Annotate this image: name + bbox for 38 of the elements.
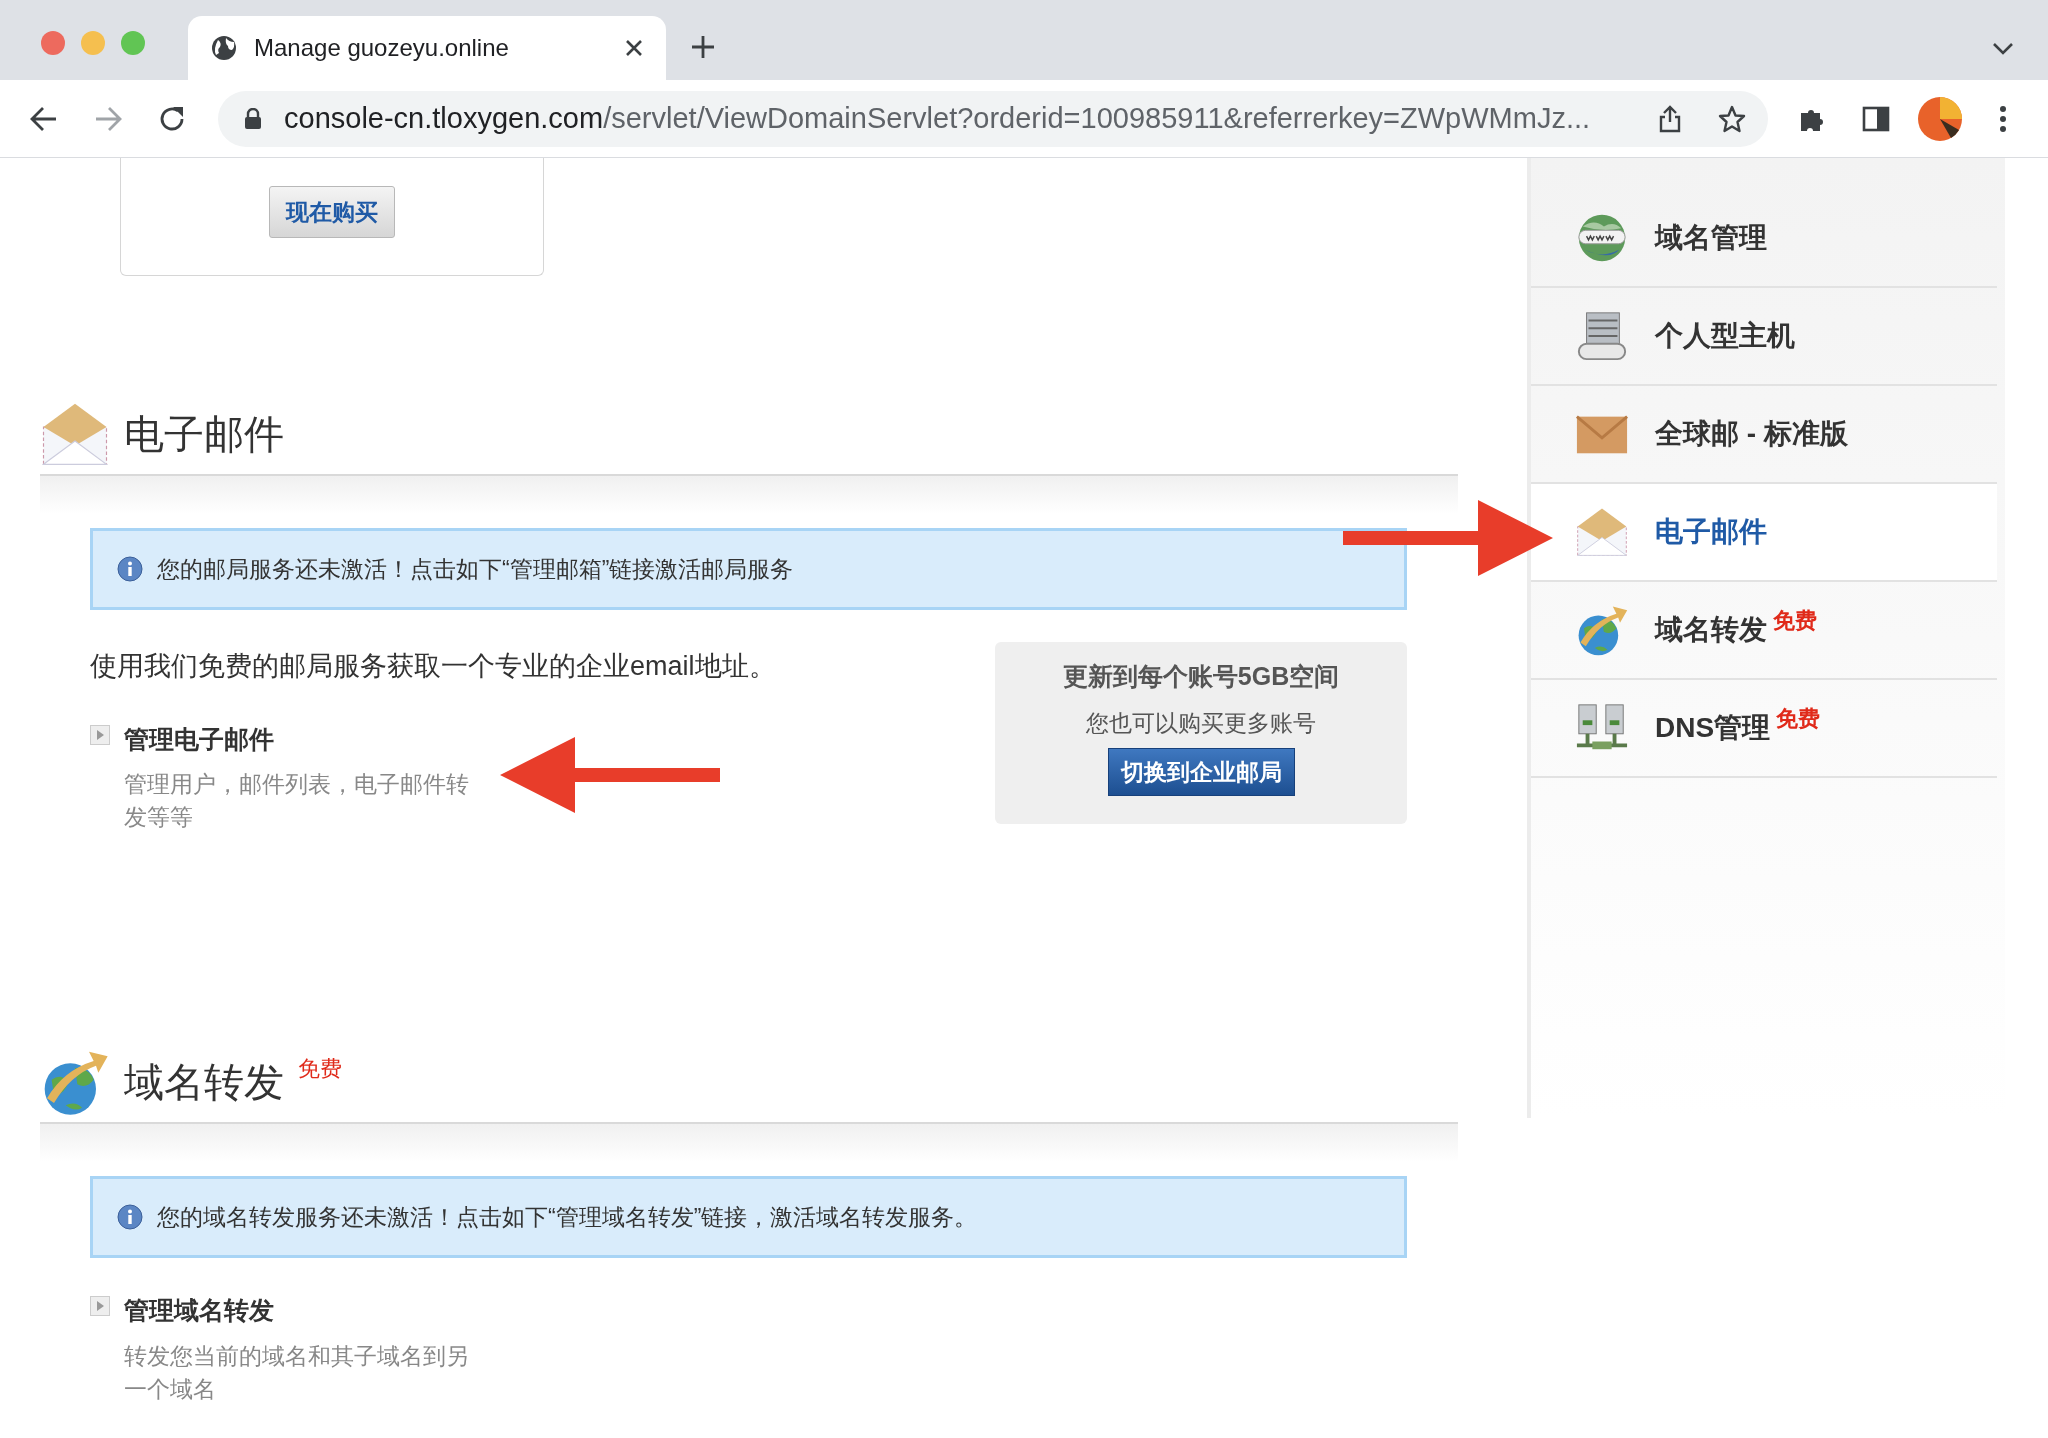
- tab-title: Manage guozeyu.online: [254, 33, 510, 63]
- section-title: 电子邮件: [124, 411, 284, 458]
- free-label: 免费: [298, 1055, 342, 1083]
- back-arrow-icon[interactable]: [30, 105, 58, 132]
- manage-link[interactable]: 管理电子邮件: [124, 720, 486, 758]
- share-icon[interactable]: [1658, 104, 1682, 133]
- more-menu-icon[interactable]: [1999, 104, 2007, 133]
- browser-tab[interactable]: Manage guozeyu.online: [188, 16, 666, 80]
- manage-link[interactable]: 管理域名转发: [124, 1292, 486, 1330]
- notice-text: 您的邮局服务还未激活！点击如下“管理邮箱”链接激活邮局服务: [157, 554, 794, 584]
- upgrade-text: 您也可以购买更多账号: [1086, 708, 1316, 738]
- upgrade-title: 更新到每个账号5GB空间: [1062, 661, 1340, 692]
- globe-icon: [210, 34, 238, 62]
- sidebar-item[interactable]: 个人型主机: [1531, 288, 1997, 386]
- notice-text: 您的域名转发服务还未激活！点击如下“管理域名转发”链接，激活域名转发服务。: [157, 1202, 978, 1232]
- sidebar-item[interactable]: 电子邮件: [1531, 484, 1997, 582]
- address-bar[interactable]: console-cn.tloxygen.com/servlet/ViewDomainServlet?orderid=100985911&referrerkey=ZWpWMmJz...: [218, 90, 1768, 147]
- sidebar-item[interactable]: 域名管理: [1531, 190, 1997, 288]
- new-tab-icon[interactable]: [690, 34, 716, 60]
- switch-button[interactable]: 切换到企业邮局: [1107, 748, 1295, 796]
- lock-icon: [244, 107, 262, 130]
- link-description: 转发您当前的域名和其子域名到另一个域名: [124, 1341, 470, 1404]
- link-description: 管理用户，邮件列表，电子邮件转发等等: [124, 770, 470, 832]
- avatar[interactable]: [1917, 95, 1963, 142]
- sidebar-item[interactable]: 域名转发 $^{免费}$: [1531, 582, 1997, 680]
- intro-text: 使用我们免费的邮局服务获取一个专业的企业email地址。: [90, 650, 776, 683]
- buy-now-button[interactable]: 现在购买: [269, 186, 395, 238]
- info-icon: [117, 556, 143, 582]
- side-panel-icon[interactable]: [1862, 105, 1890, 132]
- info-icon: [117, 1204, 143, 1230]
- star-icon[interactable]: [1718, 104, 1746, 133]
- close-icon[interactable]: [624, 38, 644, 58]
- section-title: 域名转发: [124, 1059, 284, 1106]
- reload-icon[interactable]: [158, 104, 186, 133]
- server-icon: [1575, 309, 1629, 363]
- url-text: console-cn.tloxygen.com/servlet/ViewDomainServlet?orderid=100985911&referrerkey=ZWpWMmJz...: [284, 100, 1591, 136]
- chevron-down-icon[interactable]: [1992, 42, 2014, 56]
- sidebar-item[interactable]: DNS管理 $^{免费}$: [1531, 680, 1997, 778]
